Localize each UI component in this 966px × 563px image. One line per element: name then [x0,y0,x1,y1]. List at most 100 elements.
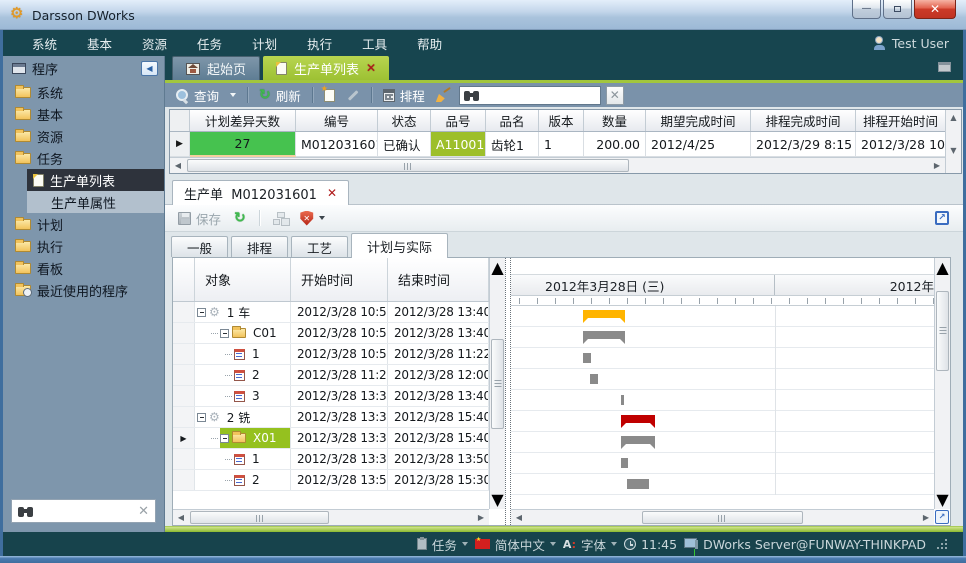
subtab-1[interactable]: 排程 [231,236,288,257]
status-font-menu[interactable]: A: 字体 [563,535,617,554]
gantt-bar-3[interactable] [590,374,598,384]
sidebar-item-7[interactable]: 执行 [3,235,164,257]
restore-button[interactable] [883,0,912,19]
scroll-down-icon[interactable]: ▼ [946,143,961,157]
tree-row-3[interactable]: 22012/3/28 11:222012/3/28 12:00 [173,365,489,386]
collapse-expander-icon[interactable] [197,308,206,317]
grid-header-7[interactable]: 期望完成时间 [646,110,751,131]
status-task-menu[interactable]: 任务 [417,535,468,554]
tree-object-cell[interactable]: 1 [195,344,291,364]
minimize-button[interactable]: — [852,0,881,19]
sidebar-item-9[interactable]: 最近使用的程序 [3,279,164,301]
gantt-popout-icon[interactable]: ↗ [935,510,949,524]
grid-cell-2[interactable]: 已确认 [378,132,431,157]
edit-button[interactable] [343,88,363,102]
refresh-button[interactable]: ↻ 刷新 [256,86,304,105]
clean-button[interactable] [433,88,454,102]
orders-grid-hscrollbar[interactable]: ◀ ▶ [170,157,945,173]
grid-header-4[interactable]: 品名 [486,110,539,131]
sidebar-item-2[interactable]: 资源 [3,125,164,147]
grid-header-6[interactable]: 数量 [584,110,646,131]
tree-row-7[interactable]: 12012/3/28 13:302012/3/28 13:50 [173,449,489,470]
status-language-menu[interactable]: 简体中文 [475,535,556,554]
collapse-expander-icon[interactable] [197,413,206,422]
menu-item-4[interactable]: 计划 [237,34,292,53]
save-button[interactable]: 保存 [175,209,224,228]
detail-refresh-button[interactable]: ↻ [231,212,249,225]
gantt-bar-1[interactable] [583,331,625,339]
doc-tab-close-icon[interactable]: ✕ [327,186,337,200]
grid-cell-5[interactable]: 1 [539,132,584,157]
sidebar-search-box[interactable]: ✕ [11,499,156,523]
grid-cell-0[interactable]: 27 [190,132,296,157]
vscroll-thumb[interactable] [936,291,949,371]
relation-button[interactable] [270,212,290,225]
tree-row-8[interactable]: 22012/3/28 13:502012/3/28 15:30 [173,470,489,491]
menu-item-0[interactable]: 系统 [17,34,72,53]
scroll-up-icon[interactable]: ▲ [946,110,961,124]
hscroll-thumb[interactable] [642,511,803,524]
tree-row-0[interactable]: ⚙1 车2012/3/28 10:522012/3/28 13:40 [173,302,489,323]
grid-header-8[interactable]: 排程完成时间 [751,110,856,131]
tree-row-2[interactable]: 12012/3/28 10:522012/3/28 11:22 [173,344,489,365]
menu-item-1[interactable]: 基本 [72,34,127,53]
schedule-button[interactable]: 排程 [380,86,428,105]
close-button[interactable]: ✕ [914,0,956,19]
grid-header-5[interactable]: 版本 [539,110,584,131]
tree-object-cell[interactable]: ⚙2 铣 [195,407,291,427]
scroll-right-icon[interactable]: ▶ [473,510,489,525]
scroll-left-icon[interactable]: ◀ [511,510,527,525]
subtab-3[interactable]: 计划与实际 [351,233,448,258]
hscroll-thumb[interactable] [190,511,329,524]
scroll-left-icon[interactable]: ◀ [170,158,186,173]
gantt-bar-8[interactable] [627,479,649,489]
menu-item-7[interactable]: 帮助 [402,34,457,53]
tab-close-icon[interactable]: ✕ [366,61,376,75]
grid-header-2[interactable]: 状态 [378,110,431,131]
list-search-clear-button[interactable]: ✕ [606,86,624,105]
tree-object-cell[interactable]: C01 [195,323,291,343]
scroll-down-icon[interactable]: ▼ [936,490,948,509]
gantt-bar-5[interactable] [621,415,655,423]
sidebar-item-6[interactable]: 计划 [3,213,164,235]
tree-row-1[interactable]: C012012/3/28 10:522012/3/28 13:40 [173,323,489,344]
tree-header-1[interactable]: 开始时间 [291,258,388,301]
sidebar-item-5[interactable]: 生产单属性 [27,191,164,213]
tree-object-cell[interactable]: 2 [195,470,291,490]
tree-table-vscrollbar[interactable]: ▲ ▼ [489,258,505,509]
menu-item-3[interactable]: 任务 [182,34,237,53]
gantt-bar-0[interactable] [583,310,625,318]
scroll-up-icon[interactable]: ▲ [936,258,948,277]
grid-cell-4[interactable]: 齿轮1 [486,132,539,157]
collapse-expander-icon[interactable] [220,329,229,338]
grid-header-9[interactable]: 排程开始时间 [856,110,945,131]
sidebar-item-0[interactable]: 系统 [3,81,164,103]
scroll-left-icon[interactable]: ◀ [173,510,189,525]
query-button[interactable]: 查询 [172,86,222,105]
production-order-tab[interactable]: 生产单 M012031601 ✕ [172,180,349,205]
scroll-down-icon[interactable]: ▼ [491,490,503,509]
new-button[interactable] [321,89,338,102]
gantt-vscrollbar[interactable]: ▲ ▼ [934,258,950,509]
grid-header-0[interactable]: 计划差异天数 [190,110,296,131]
grid-cell-9[interactable]: 2012/3/28 10:52 [856,132,945,157]
sidebar-collapse-button[interactable]: ◀ [141,61,158,76]
grid-header-1[interactable]: 编号 [296,110,378,131]
popout-icon[interactable]: ↗ [935,211,949,225]
grid-header-3[interactable]: 品号 [431,110,486,131]
query-dropdown[interactable] [227,93,239,97]
grid-cell-6[interactable]: 200.00 [584,132,646,157]
tree-header-2[interactable]: 结束时间 [388,258,489,301]
validate-button[interactable]: ✕ [297,211,328,226]
menu-item-6[interactable]: 工具 [347,34,402,53]
scroll-right-icon[interactable]: ▶ [918,510,934,525]
tree-header-0[interactable]: 对象 [195,258,291,301]
tree-object-cell[interactable]: 1 [195,449,291,469]
tree-object-cell[interactable]: 3 [195,386,291,406]
menu-item-5[interactable]: 执行 [292,34,347,53]
menu-item-2[interactable]: 资源 [127,34,182,53]
subtab-2[interactable]: 工艺 [291,236,348,257]
gantt-bar-4[interactable] [621,395,624,405]
sidebar-item-8[interactable]: 看板 [3,257,164,279]
tree-object-cell[interactable]: ⚙1 车 [195,302,291,322]
